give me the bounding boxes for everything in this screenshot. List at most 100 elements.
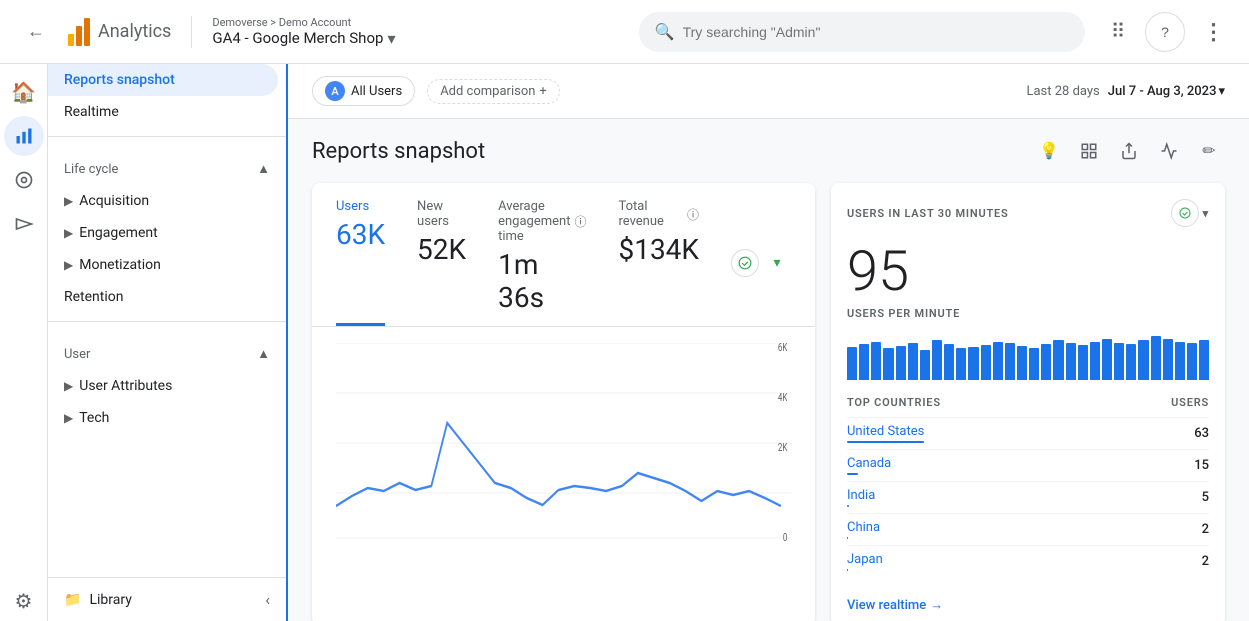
mini-bar xyxy=(981,345,991,380)
compare-dropdown-btn[interactable]: ▾ xyxy=(763,249,791,277)
trend-button[interactable] xyxy=(1153,135,1185,167)
more-button[interactable]: ⋮ xyxy=(1193,12,1233,52)
sidebar-section-lifecycle: Life cycle ▲ xyxy=(48,145,286,185)
logo-bar-3 xyxy=(84,18,90,46)
sidebar-item-tech[interactable]: ▶ Tech xyxy=(48,402,286,434)
new-users-value: 52K xyxy=(417,233,466,266)
country-bar xyxy=(847,569,848,571)
metric-new-users[interactable]: New users 52K xyxy=(417,199,466,326)
metric-engagement[interactable]: Average engagement time ⓘ 1m 36s xyxy=(498,199,586,326)
sidebar-collapse-btn[interactable]: ‹ xyxy=(265,590,270,609)
property-chevron: ▾ xyxy=(387,29,395,48)
monetization-chevron: ▶ xyxy=(64,258,73,272)
country-name[interactable]: India xyxy=(847,488,875,507)
country-row: Japan 2 xyxy=(847,545,1209,577)
customize-button[interactable] xyxy=(1073,135,1105,167)
share-button[interactable] xyxy=(1113,135,1145,167)
mini-bar xyxy=(847,347,857,380)
sidebar-item-user-attributes[interactable]: ▶ User Attributes xyxy=(48,370,286,402)
engagement-value: 1m 36s xyxy=(498,248,586,314)
country-name[interactable]: China xyxy=(847,520,880,539)
mini-bar xyxy=(1126,344,1136,380)
edit-button[interactable]: ✏ xyxy=(1193,135,1225,167)
compare-icons: ▾ xyxy=(731,199,791,326)
view-realtime-link[interactable]: View realtime → xyxy=(831,585,1225,621)
country-row: United States 63 xyxy=(847,417,1209,449)
sidebar-item-engagement[interactable]: ▶ Engagement xyxy=(48,217,286,249)
new-users-label: New users xyxy=(417,199,466,229)
grid-button[interactable]: ⠿ xyxy=(1097,12,1137,52)
account-selector[interactable]: Demoverse > Demo Account GA4 - Google Me… xyxy=(212,16,626,48)
user-avatar: A xyxy=(325,81,345,101)
property-name: GA4 - Google Merch Shop ▾ xyxy=(212,29,626,48)
mini-bar xyxy=(1175,342,1185,381)
sidebar-reports-snapshot-label: Reports snapshot xyxy=(64,72,175,88)
back-button[interactable]: ← xyxy=(16,12,56,52)
sidebar-realtime-label: Realtime xyxy=(64,104,119,120)
sidebar-divider-1 xyxy=(48,136,286,137)
search-input[interactable] xyxy=(683,24,1069,40)
users-value: 63K xyxy=(336,218,385,251)
sidebar-section-user: User ▲ xyxy=(48,330,286,370)
mini-bar xyxy=(1199,340,1209,380)
country-name[interactable]: Japan xyxy=(847,552,883,571)
mini-bar xyxy=(1017,346,1027,380)
realtime-dropdown-icon[interactable]: ▾ xyxy=(1203,207,1209,220)
metric-revenue[interactable]: Total revenue ⓘ $134K xyxy=(618,199,699,326)
country-name[interactable]: Canada xyxy=(847,456,891,475)
metric-users[interactable]: Users 63K xyxy=(336,199,385,326)
realtime-card: USERS IN LAST 30 MINUTES ▾ 95 USERS PER … xyxy=(831,183,1225,621)
nav-settings[interactable]: ⚙ xyxy=(4,581,44,621)
page-title-row: Reports snapshot 💡 ✏ xyxy=(312,135,1225,167)
engagement-info-icon[interactable]: ⓘ xyxy=(574,213,586,230)
country-count: 2 xyxy=(1202,554,1209,569)
line-chart: 6K 4K 2K 0 09 Jul 16 xyxy=(336,343,791,543)
content-area: Reports snapshot 💡 ✏ xyxy=(288,119,1249,621)
country-row: China 2 xyxy=(847,513,1209,545)
nav-advertising[interactable] xyxy=(4,204,44,244)
date-range[interactable]: Jul 7 - Aug 3, 2023 ▾ xyxy=(1108,84,1225,99)
sidebar-library[interactable]: 📁 Library ‹ xyxy=(48,577,286,621)
realtime-check-btn[interactable] xyxy=(1171,199,1199,227)
sidebar-item-realtime[interactable]: Realtime xyxy=(48,96,278,128)
revenue-info-icon[interactable]: ⓘ xyxy=(687,206,699,223)
user-chip[interactable]: A All Users xyxy=(312,76,415,106)
sidebar-item-reports-snapshot[interactable]: Reports snapshot xyxy=(48,64,278,96)
users-label: Users xyxy=(336,199,385,214)
nav-reports[interactable] xyxy=(4,116,44,156)
lightbulb-button[interactable]: 💡 xyxy=(1033,135,1065,167)
mini-bar xyxy=(859,344,869,380)
top-countries-header: TOP COUNTRIES USERS xyxy=(847,396,1209,417)
help-button[interactable]: ? xyxy=(1145,12,1185,52)
account-breadcrumb: Demoverse > Demo Account xyxy=(212,16,626,29)
nav-home[interactable]: 🏠 xyxy=(4,72,44,112)
sidebar-item-retention[interactable]: Retention xyxy=(48,281,278,313)
country-bar xyxy=(847,505,849,507)
sidebar-item-monetization[interactable]: ▶ Monetization xyxy=(48,249,286,281)
country-name[interactable]: United States xyxy=(847,424,924,443)
country-count: 63 xyxy=(1194,426,1209,441)
compare-check-btn[interactable] xyxy=(731,249,759,277)
country-count: 2 xyxy=(1202,522,1209,537)
country-bar xyxy=(847,473,858,475)
logo-icon xyxy=(68,18,90,46)
layout: 🏠 ⚙ Reports snapshot Realtime Life cycle… xyxy=(0,64,1249,621)
retention-label: Retention xyxy=(64,289,124,305)
lifecycle-collapse-icon[interactable]: ▲ xyxy=(257,161,270,177)
add-comparison-btn[interactable]: Add comparison + xyxy=(427,79,560,104)
sidebar-item-acquisition[interactable]: ▶ Acquisition xyxy=(48,185,286,217)
logo: Analytics xyxy=(68,18,171,46)
page-actions: 💡 ✏ xyxy=(1033,135,1225,167)
mini-bar xyxy=(1005,343,1015,380)
nav-explore[interactable] xyxy=(4,160,44,200)
topbar-icons: ⠿ ? ⋮ xyxy=(1097,12,1233,52)
svg-text:4K: 4K xyxy=(778,392,788,405)
user-collapse-icon[interactable]: ▲ xyxy=(257,346,270,362)
mini-bar xyxy=(944,344,954,380)
revenue-label: Total revenue ⓘ xyxy=(618,199,699,229)
acquisition-chevron: ▶ xyxy=(64,194,73,208)
last-days-label: Last 28 days xyxy=(1026,84,1099,99)
chart-area: 6K 4K 2K 0 09 Jul 16 xyxy=(312,327,815,559)
back-icon: ← xyxy=(27,21,45,42)
search-bar[interactable]: 🔍 xyxy=(639,12,1085,52)
